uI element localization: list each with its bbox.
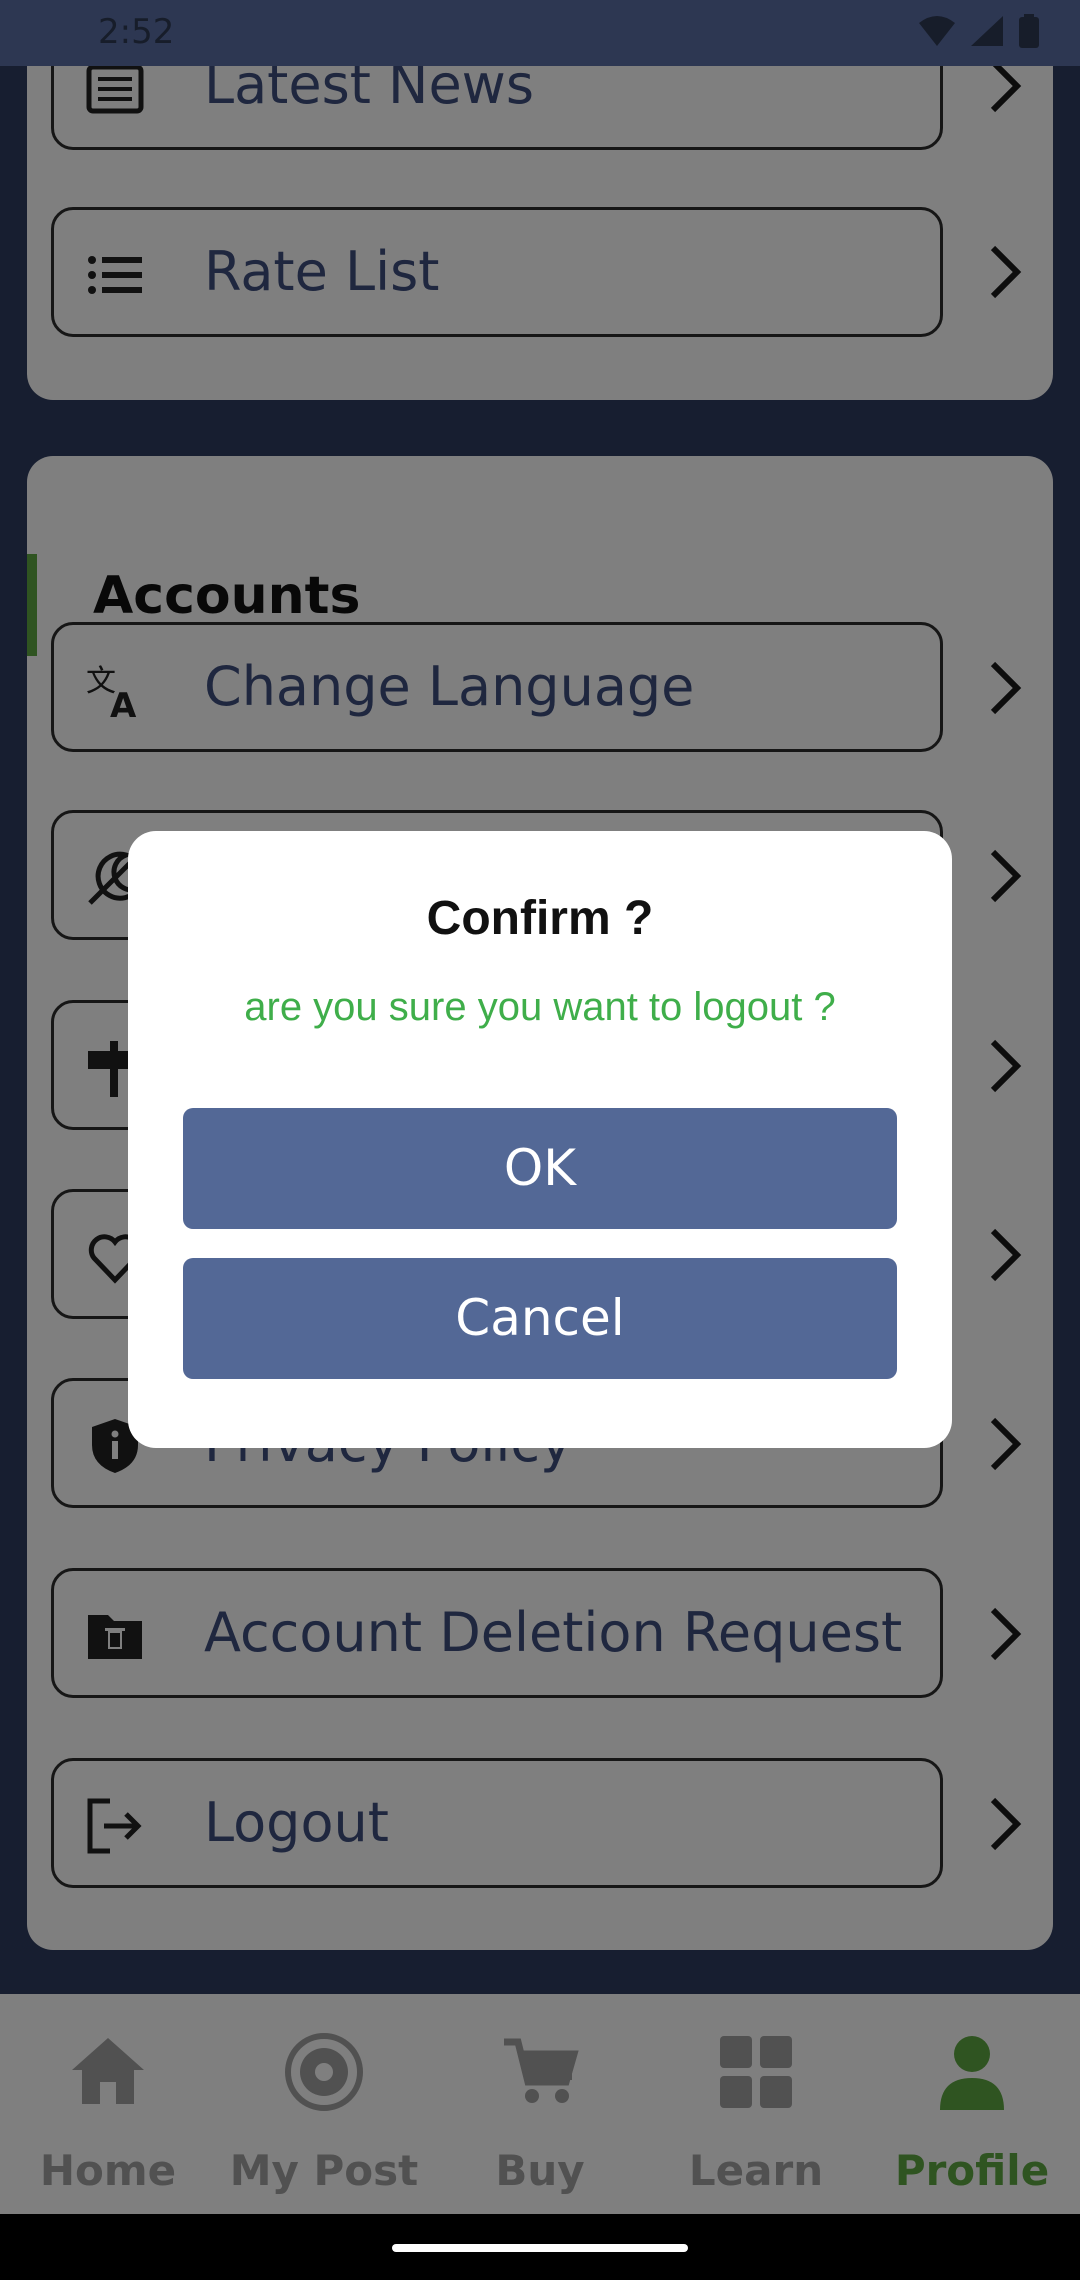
dialog-message: are you sure you want to logout ? — [244, 985, 836, 1029]
system-gesture-bar — [0, 2214, 1080, 2280]
ok-button[interactable]: OK — [183, 1108, 897, 1229]
cancel-button[interactable]: Cancel — [183, 1258, 897, 1379]
dialog-title: Confirm ? — [426, 892, 654, 945]
gesture-handle[interactable] — [392, 2244, 688, 2252]
logout-confirm-dialog: Confirm ? are you sure you want to logou… — [128, 831, 952, 1448]
